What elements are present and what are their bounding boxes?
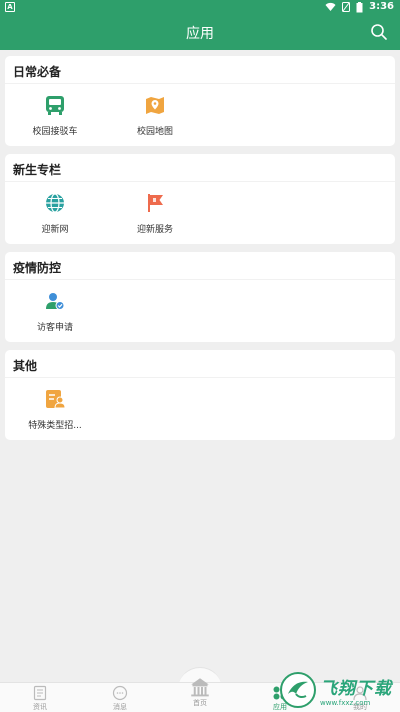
- section-epidemic-control: 疫情防控 访客申请: [5, 252, 395, 342]
- section-title: 新生专栏: [5, 154, 395, 182]
- search-icon[interactable]: [370, 23, 388, 41]
- flag-icon: [148, 194, 163, 212]
- app-bar: 应用: [0, 14, 400, 50]
- app-item-label: 迎新服务: [136, 225, 173, 235]
- app-item-label: 访客申请: [36, 323, 73, 333]
- app-item-label: 校园接驳车: [32, 127, 78, 137]
- app-item-visitor-application[interactable]: 访客申请: [5, 290, 105, 342]
- clock: 3:36: [369, 1, 394, 12]
- globe-icon: [46, 193, 64, 213]
- section-title: 其他: [5, 350, 395, 378]
- tab-label: 消息: [113, 703, 127, 711]
- app-item-label: 校园地图: [136, 127, 173, 137]
- watermark-text: 飞翔下载: [320, 678, 392, 699]
- watermark-logo: 飞翔下载 www.fxxz.com: [280, 669, 398, 711]
- status-bar: A 3:36: [0, 0, 400, 14]
- news-icon: [33, 685, 47, 701]
- bus-icon: [46, 96, 64, 115]
- map-icon: [146, 97, 164, 114]
- wifi-icon: [325, 2, 336, 11]
- watermark-emblem: [280, 672, 316, 708]
- tab-label: 资讯: [33, 703, 47, 711]
- home-icon: [191, 678, 209, 697]
- battery-icon: [356, 1, 363, 12]
- app-item-label: 特殊类型招...: [28, 421, 82, 431]
- tab-messages[interactable]: 消息: [80, 683, 160, 712]
- section-daily-essentials: 日常必备 校园接驳车 校园地图: [5, 56, 395, 146]
- section-freshmen: 新生专栏 迎新网 迎新服务: [5, 154, 395, 244]
- tab-news[interactable]: 资讯: [0, 683, 80, 712]
- notification-badge: A: [5, 2, 15, 12]
- page-title: 应用: [186, 26, 214, 42]
- app-item-campus-map[interactable]: 校园地图: [105, 94, 205, 146]
- visitor-icon: [46, 293, 65, 310]
- status-icons: 3:36: [325, 1, 394, 13]
- apps-list: 日常必备 校园接驳车 校园地图 新生专栏 迎新网 迎新服务 疫情防控 访客申请 …: [0, 50, 400, 682]
- section-title: 日常必备: [5, 56, 395, 84]
- tab-home[interactable]: 首页: [160, 678, 240, 712]
- section-title: 疫情防控: [5, 252, 395, 280]
- section-other: 其他 特殊类型招...: [5, 350, 395, 440]
- special-admission-icon: [46, 390, 66, 409]
- sim-icon: [342, 2, 351, 12]
- watermark-url: www.fxxz.com: [320, 698, 371, 707]
- app-item-welcome-service[interactable]: 迎新服务: [105, 192, 205, 244]
- message-icon: [112, 685, 128, 701]
- bird-logo-icon: [288, 681, 308, 699]
- app-item-welcome-site[interactable]: 迎新网: [5, 192, 105, 244]
- app-item-special-admission[interactable]: 特殊类型招...: [5, 388, 105, 440]
- app-item-campus-shuttle[interactable]: 校园接驳车: [5, 94, 105, 146]
- tab-label: 首页: [193, 699, 207, 707]
- app-item-label: 迎新网: [41, 225, 69, 235]
